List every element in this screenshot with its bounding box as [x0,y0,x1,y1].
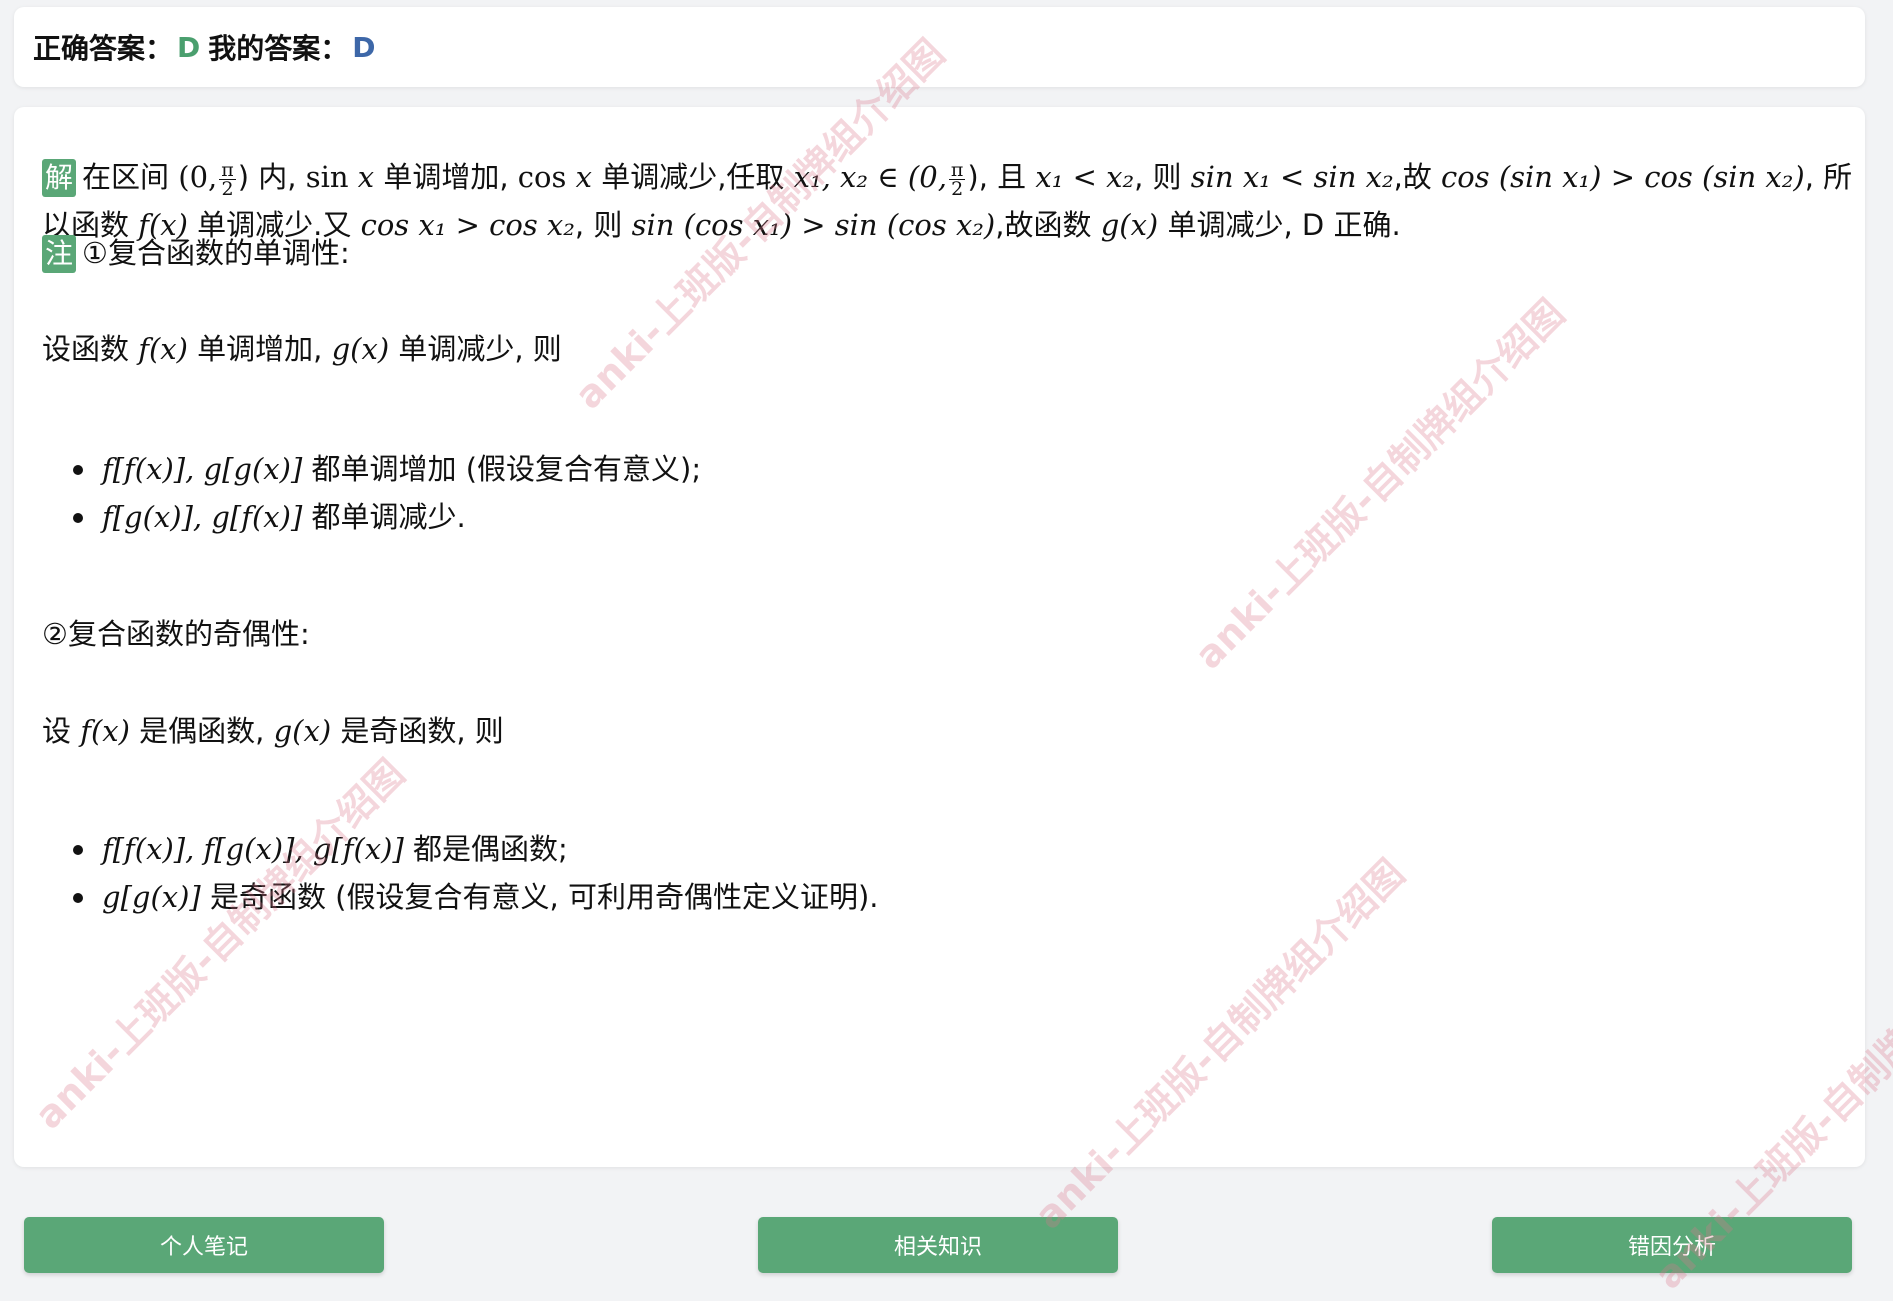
explanation-card: 解在区间 (0, π 2) 内, sin x 单调增加, cos x 单调减少,任取… [14,107,1865,1167]
related-knowledge-button[interactable]: 相关知识 [758,1217,1118,1273]
text: ,故 [1393,160,1432,194]
math: f(x) [80,714,130,748]
math: f[f(x)], f[g(x)], g[f(x)] [102,832,404,866]
list-item: g[g(x)] 是奇函数 (假设复合有意义, 可利用奇偶性定义证明). [72,877,879,917]
text: 都单调增加 (假设复合有意义); [311,452,702,486]
list-item: f[g(x)], g[f(x)] 都单调减少. [73,497,466,537]
text: , 所 [1804,160,1853,194]
monotonic-premise: 设函数 f(x) 单调增加, g(x) 单调减少, 则 [42,329,562,369]
frac-den: 2 [951,177,964,200]
math: cos x₁ > cos x₂ [360,208,575,242]
text: ), 且 [967,160,1027,194]
parity-heading: ②复合函数的奇偶性: [42,614,310,654]
text: ①复合函数的单调性: [82,236,350,270]
text: 是奇函数, 则 [340,714,504,748]
my-answer-value: D [352,30,376,64]
parity-premise: 设 f(x) 是偶函数, g(x) 是奇函数, 则 [42,711,504,751]
math: (0, [178,160,218,194]
error-analysis-button[interactable]: 错因分析 [1492,1217,1852,1273]
list-item: f[f(x)], g[g(x)] 都单调增加 (假设复合有意义); [72,449,702,489]
frac-num: π [948,158,966,181]
text: , 则 [574,208,623,242]
math: sin x₁ < sin x₂ [1190,160,1394,194]
fraction: π2 [219,158,236,200]
correct-answer-value: D [177,30,201,64]
math: cos (sin x₁) > cos (sin x₂) [1441,160,1805,194]
note-tag: 注 [42,235,77,273]
text: 在区间 [82,160,170,194]
math: sin (cos x₁) > sin (cos x₂) [631,208,996,242]
solution-tag: 解 [42,159,77,197]
math: f[f(x)], g[g(x)] [102,452,303,486]
text: ,故函数 [995,208,1092,242]
text: 单调减少, D 正确. [1167,208,1401,242]
text: , 则 [1134,160,1182,194]
text: 设 [42,714,72,748]
my-answer-label: 我的答案： [208,32,349,65]
correct-answer-label: 正确答案： [33,32,174,65]
math: g(x) [331,332,390,366]
personal-notes-button[interactable]: 个人笔记 [24,1217,384,1273]
text: 单调增加, [197,332,323,366]
text: 是奇函数 (假设复合有意义, 可利用奇偶性定义证明). [209,880,879,914]
math: f(x) [138,332,188,366]
math: g[g(x)] [102,880,201,914]
fraction: π2 [948,158,966,200]
math: x₁, x₂ ∈ (0, [793,160,947,194]
math: f[g(x)], g[f(x)] [102,500,303,534]
math: x [575,160,592,194]
text: 单调减少,任取 [601,160,785,194]
text: ) 内, [237,160,297,194]
math: cos [517,160,567,194]
text: 都单调减少. [311,500,466,534]
text: 设函数 [42,332,130,366]
solution-line-1: 解在区间 (0, π 2) 内, sin x 单调增加, cos x 单调减少,任取… [42,157,1852,198]
math: x [357,160,375,194]
math: sin [305,160,349,194]
text: 单调增加, [383,160,509,194]
note-line: 注 ①复合函数的单调性: [42,233,350,273]
text: 是偶函数, [139,714,265,748]
answer-card: 正确答案： D 我的答案： D [14,7,1865,87]
math: x₁ < x₂ [1035,160,1135,194]
frac-num: π [219,158,236,181]
list-item: f[f(x)], f[g(x)], g[f(x)] 都是偶函数; [73,829,568,869]
math: g(x) [1100,208,1159,242]
text: ②复合函数的奇偶性: [42,617,310,651]
frac-den: 2 [221,177,234,200]
text: 单调减少, 则 [398,332,562,366]
math: g(x) [273,714,332,748]
text: 都是偶函数; [413,832,568,866]
